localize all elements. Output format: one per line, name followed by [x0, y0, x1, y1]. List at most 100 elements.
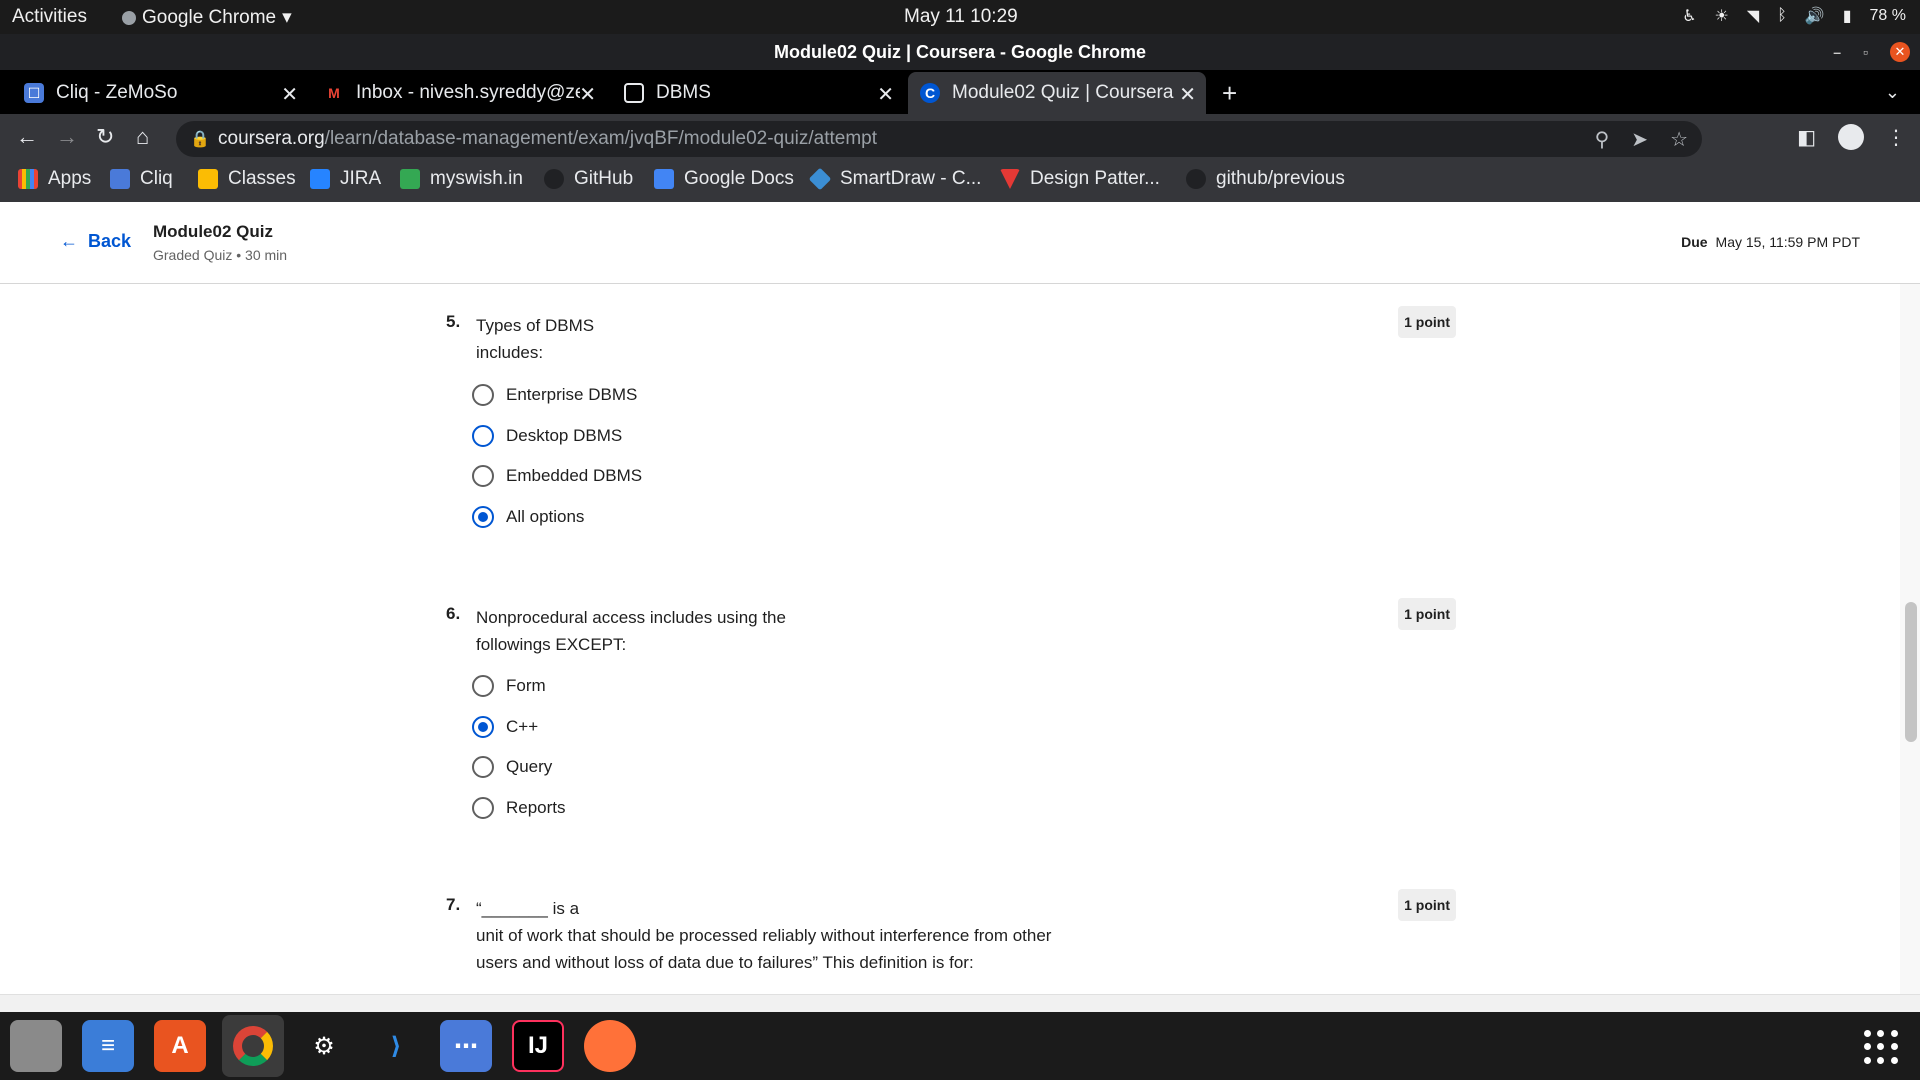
lock-icon[interactable]: 🔒: [190, 129, 210, 149]
app-menu[interactable]: Google Chrome ▾: [122, 6, 292, 29]
page-content: ← Back Module02 Quiz Graded Quiz • 30 mi…: [0, 202, 1920, 1012]
option-desktop-dbms[interactable]: Desktop DBMS: [472, 425, 622, 447]
question-number: 6.: [446, 604, 461, 623]
question-text: Types of DBMS includes:: [476, 316, 595, 362]
bookmark-classes[interactable]: Classes: [198, 168, 296, 190]
software-center-icon[interactable]: A: [154, 1020, 206, 1072]
profile-avatar[interactable]: [1838, 124, 1864, 150]
bookmark-smartdraw[interactable]: SmartDraw - C...: [808, 167, 981, 191]
radio-button[interactable]: [472, 425, 494, 447]
vertical-scrollbar[interactable]: [1900, 284, 1920, 994]
system-tray[interactable]: ♿ ☀ ◥ ᛒ 🔊 ▮ 78 %: [1682, 6, 1906, 26]
restore-icon[interactable]: ▫: [1863, 44, 1868, 60]
option-cpp[interactable]: C++: [472, 716, 538, 738]
window-title-bar: Module02 Quiz | Coursera - Google Chrome…: [0, 34, 1920, 70]
close-tab-icon[interactable]: ✕: [281, 82, 298, 107]
battery-percent: 78 %: [1869, 7, 1906, 24]
quiz-meta: Graded Quiz • 30 min: [153, 247, 288, 263]
radio-button[interactable]: [472, 384, 494, 406]
files-icon[interactable]: [10, 1020, 62, 1072]
url-text[interactable]: coursera.org/learn/database-management/e…: [218, 128, 877, 150]
due-date: Due May 15, 11:59 PM PDT: [1681, 234, 1860, 250]
more-menu-icon[interactable]: ⋮: [1886, 125, 1906, 150]
settings-gear-icon[interactable]: ⚙: [298, 1020, 350, 1072]
send-icon[interactable]: ➤: [1631, 127, 1648, 152]
radio-button[interactable]: [472, 797, 494, 819]
cliq-icon: [110, 169, 130, 189]
url-path: /learn/database-management/exam/jvqBF/mo…: [324, 128, 878, 149]
option-reports[interactable]: Reports: [472, 797, 566, 819]
app-menu-label: Google Chrome: [142, 6, 277, 28]
text-editor-icon[interactable]: ≡: [82, 1020, 134, 1072]
quiz-header: ← Back Module02 Quiz Graded Quiz • 30 mi…: [0, 202, 1920, 284]
forward-arrow-icon[interactable]: →: [56, 124, 78, 150]
gmail-icon: M: [328, 85, 340, 101]
classroom-icon: [198, 169, 218, 189]
back-link[interactable]: ← Back: [60, 231, 131, 252]
radio-button[interactable]: [472, 675, 494, 697]
close-tab-icon[interactable]: ✕: [1179, 82, 1196, 107]
chrome-app-icon: [122, 10, 136, 25]
github-icon: [544, 169, 564, 189]
option-query[interactable]: Query: [472, 756, 552, 778]
tab-label: Inbox - nivesh.syreddy@ze: [356, 82, 580, 103]
radio-button-selected[interactable]: [472, 506, 494, 528]
reload-icon[interactable]: ↻: [96, 124, 114, 150]
radio-button[interactable]: [472, 756, 494, 778]
battery-icon: ▮: [1842, 8, 1852, 25]
horizontal-scrollbar[interactable]: [0, 994, 1920, 1012]
tab-dbms[interactable]: DBMS ✕: [612, 72, 904, 114]
tab-inbox[interactable]: M Inbox - nivesh.syreddy@ze ✕: [312, 72, 606, 114]
arrow-left-icon: ←: [60, 231, 78, 251]
zoom-icon[interactable]: ⚲: [1595, 127, 1610, 152]
myswish-icon: [400, 169, 420, 189]
due-label: Due: [1681, 234, 1708, 250]
close-window-icon[interactable]: ✕: [1890, 42, 1910, 62]
cliq-app-icon[interactable]: ⋯: [440, 1020, 492, 1072]
question-number: 5.: [446, 312, 461, 331]
due-value: May 15, 11:59 PM PDT: [1715, 234, 1860, 250]
bookmark-jira[interactable]: JIRA: [310, 168, 381, 190]
chrome-icon[interactable]: [222, 1015, 284, 1077]
home-icon[interactable]: ⌂: [136, 124, 149, 150]
scrollbar-thumb[interactable]: [1905, 602, 1917, 742]
tab-cliq[interactable]: ☐ Cliq - ZeMoSo ✕: [12, 72, 308, 114]
address-bar[interactable]: 🔒 coursera.org/learn/database-management…: [176, 121, 1702, 157]
bookmark-github-previous[interactable]: github/previous: [1186, 168, 1345, 190]
firefox-icon[interactable]: [584, 1020, 636, 1072]
back-arrow-icon[interactable]: ←: [16, 124, 38, 150]
clock[interactable]: May 11 10:29: [904, 6, 1018, 28]
bookmark-star-icon[interactable]: ☆: [1670, 127, 1688, 152]
side-panel-icon[interactable]: ◧: [1797, 125, 1816, 150]
bookmark-myswish[interactable]: myswish.in: [400, 168, 523, 190]
github-icon: [1186, 169, 1206, 189]
question-5: 5. Types of DBMS includes: 1 point Enter…: [446, 306, 1456, 542]
bluetooth-icon: ᛒ: [1777, 7, 1787, 24]
bookmark-cliq[interactable]: Cliq: [110, 168, 173, 190]
bookmark-google-docs[interactable]: Google Docs: [654, 168, 794, 190]
option-all-options[interactable]: All options: [472, 506, 584, 528]
bookmark-design-patterns[interactable]: Design Patter...: [1000, 168, 1160, 190]
option-form[interactable]: Form: [472, 675, 546, 697]
intellij-icon[interactable]: IJ: [512, 1020, 564, 1072]
tab-label: Cliq - ZeMoSo: [56, 82, 178, 103]
bookmark-github[interactable]: GitHub: [544, 168, 633, 190]
radio-button[interactable]: [472, 465, 494, 487]
jira-icon: [310, 169, 330, 189]
new-tab-button[interactable]: +: [1222, 78, 1237, 109]
option-enterprise-dbms[interactable]: Enterprise DBMS: [472, 384, 637, 406]
bookmark-apps[interactable]: Apps: [18, 168, 91, 190]
vscode-icon[interactable]: ⟩: [370, 1020, 422, 1072]
accessibility-icon[interactable]: ♿: [1682, 6, 1696, 26]
tab-search-chevron-icon[interactable]: ⌄: [1885, 82, 1900, 103]
back-label: Back: [88, 231, 132, 251]
option-embedded-dbms[interactable]: Embedded DBMS: [472, 465, 642, 487]
show-apps-grid-icon[interactable]: [1864, 1030, 1898, 1064]
minimize-icon[interactable]: –: [1833, 44, 1841, 60]
volume-icon: 🔊: [1804, 8, 1825, 25]
activities-button[interactable]: Activities: [12, 6, 87, 28]
close-tab-icon[interactable]: ✕: [579, 82, 596, 107]
radio-button-selected[interactable]: [472, 716, 494, 738]
tab-module02-quiz[interactable]: C Module02 Quiz | Coursera ✕: [908, 72, 1206, 114]
close-tab-icon[interactable]: ✕: [877, 82, 894, 107]
